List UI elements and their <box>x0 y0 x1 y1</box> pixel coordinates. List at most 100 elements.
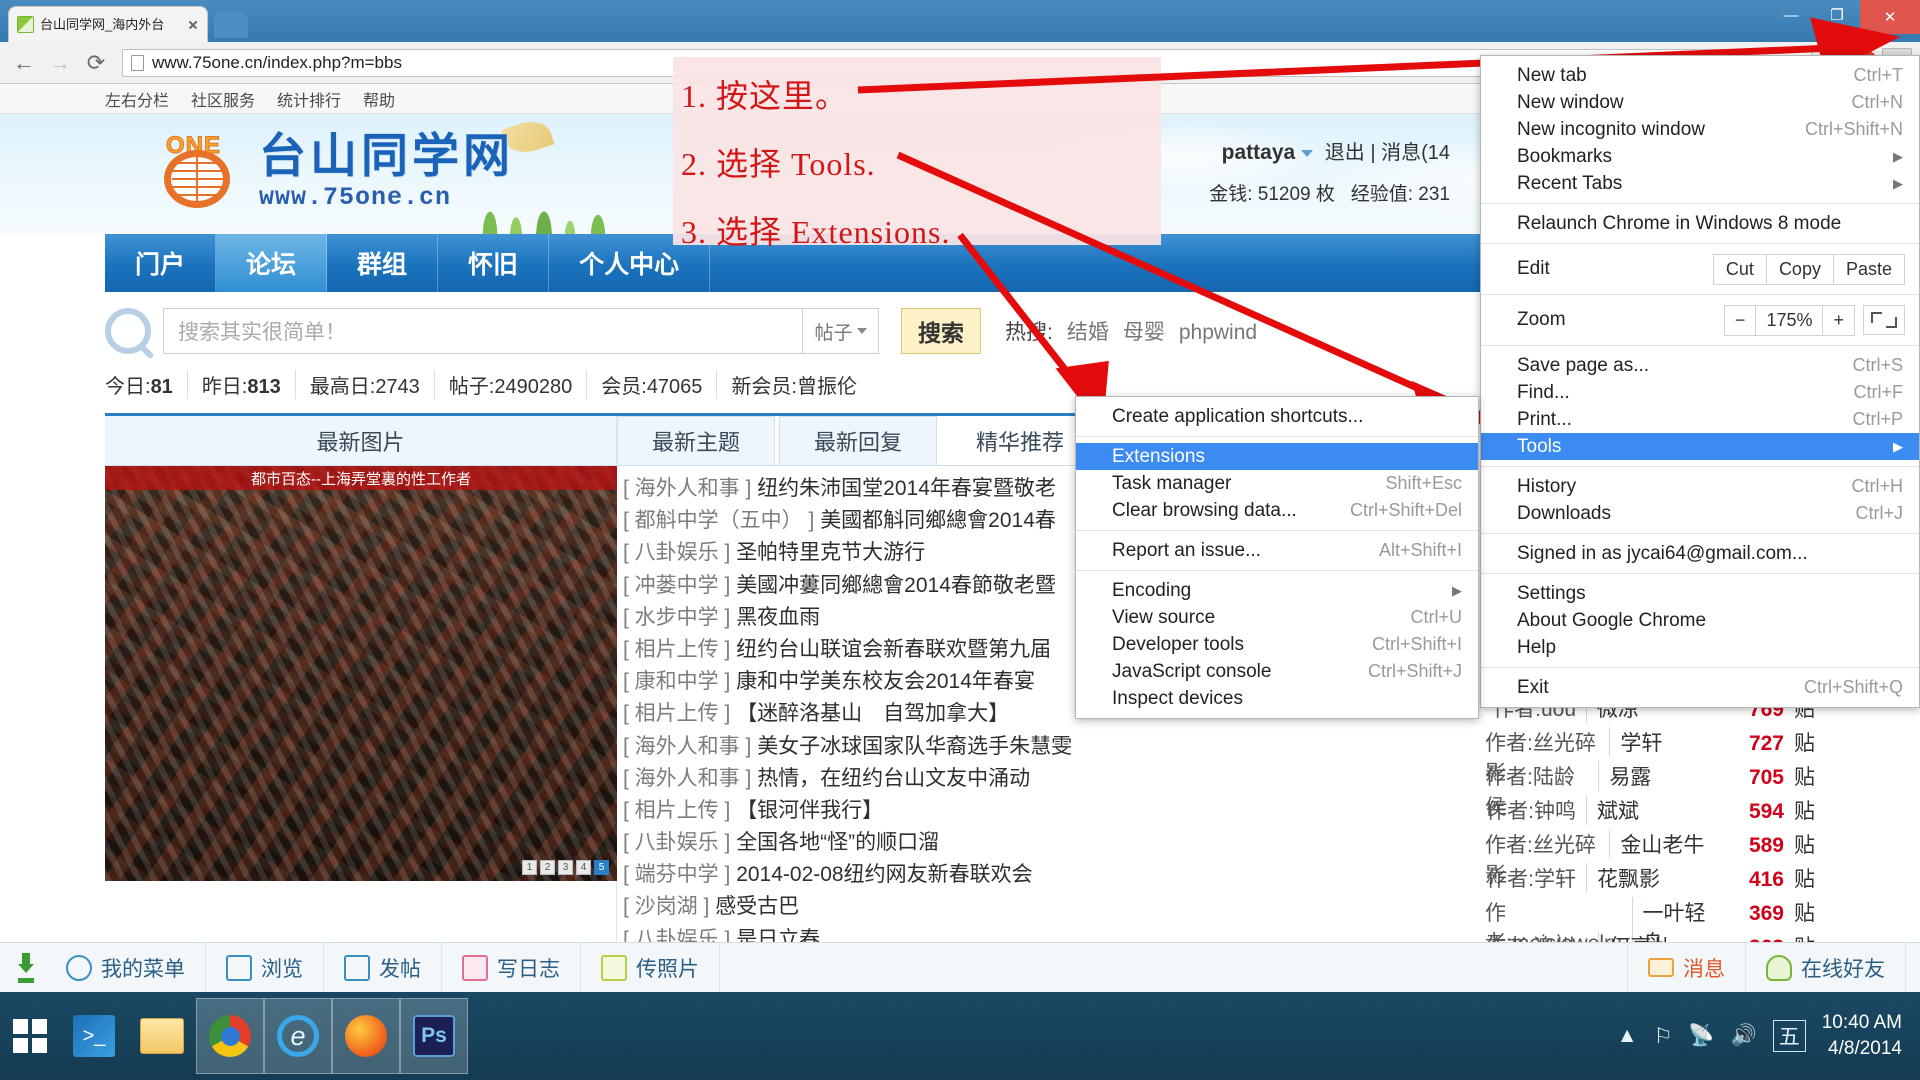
taskbar-chrome[interactable] <box>196 998 264 1074</box>
footer-post[interactable]: 发帖 <box>324 943 442 992</box>
action-center-flag-icon[interactable]: ⚐ <box>1654 1024 1673 1049</box>
forward-icon[interactable]: → <box>44 48 76 78</box>
submenu-item-inspect-devices[interactable]: Inspect devices <box>1076 685 1478 712</box>
zoom-in-button[interactable]: + <box>1823 306 1854 335</box>
nav-item-group[interactable]: 群组 <box>327 234 439 292</box>
pager-dot-3[interactable]: 3 <box>558 860 573 875</box>
search-button[interactable]: 搜索 <box>901 308 981 354</box>
maximize-button[interactable]: ❐ <box>1814 0 1860 30</box>
site-footer-toolbar: 我的菜单 浏览 发帖 写日志 传照片 消息 在线好友 <box>0 942 1920 992</box>
close-icon[interactable] <box>185 17 201 33</box>
menu-item-exit[interactable]: Exit Ctrl+Shift+Q <box>1481 674 1919 701</box>
submenu-item-report-an-issue[interactable]: Report an issue... Alt+Shift+I <box>1076 537 1478 564</box>
submenu-item-javascript-console[interactable]: JavaScript console Ctrl+Shift+J <box>1076 658 1478 685</box>
menu-item-find[interactable]: Find... Ctrl+F <box>1481 379 1919 406</box>
footer-write-log[interactable]: 写日志 <box>442 943 581 992</box>
search-type-dropdown[interactable]: 帖子 <box>803 308 879 354</box>
submenu-item-encoding[interactable]: Encoding ▶ <box>1076 577 1478 604</box>
zoom-out-button[interactable]: − <box>1725 305 1757 335</box>
site-name: 台山同学网 <box>259 129 514 182</box>
footer-my-menu[interactable]: 我的菜单 <box>46 943 206 992</box>
clock[interactable]: 10:40 AM 4/8/2014 <box>1822 1010 1902 1061</box>
footer-upload-photo[interactable]: 传照片 <box>581 943 720 992</box>
download-icon[interactable] <box>14 952 40 983</box>
page-info-icon[interactable] <box>131 54 144 71</box>
featured-photo[interactable]: 都市百态--上海弄堂裏的性工作者 1 2 3 4 5 <box>105 466 617 881</box>
table-row[interactable]: 作者:丝光碎影 学轩 727 贴 <box>1485 727 1815 785</box>
table-row[interactable]: 作者:丝光碎影 金山老牛 589 贴 <box>1485 829 1815 887</box>
menu-item-help[interactable]: Help <box>1481 634 1919 661</box>
minimize-button[interactable]: — <box>1768 0 1814 30</box>
paste-button[interactable]: Paste <box>1834 255 1904 284</box>
topbar-link-2[interactable]: 统计排行 <box>277 87 341 111</box>
menu-item-new-window[interactable]: New window Ctrl+N <box>1481 89 1919 116</box>
menu-item-about-chrome[interactable]: About Google Chrome <box>1481 607 1919 634</box>
logout-link[interactable]: 退出 <box>1325 142 1365 164</box>
cut-button[interactable]: Cut <box>1714 254 1767 284</box>
back-icon[interactable]: ← <box>8 48 40 78</box>
hot-search-item-1[interactable]: 母婴 <box>1123 316 1165 346</box>
globe-logo-icon: ONE <box>150 132 245 212</box>
menu-item-save-page-as[interactable]: Save page as... Ctrl+S <box>1481 352 1919 379</box>
new-tab-button[interactable] <box>214 12 248 38</box>
menu-item-settings[interactable]: Settings <box>1481 580 1919 607</box>
nav-item-forum[interactable]: 论坛 <box>216 234 328 292</box>
submenu-item-task-manager[interactable]: Task manager Shift+Esc <box>1076 470 1478 497</box>
search-input[interactable]: 搜索其实很简单！ <box>163 308 803 354</box>
submenu-item-create-app-shortcuts[interactable]: Create application shortcuts... <box>1076 403 1478 430</box>
ime-indicator[interactable]: 五 <box>1772 1020 1806 1052</box>
taskbar-photoshop[interactable]: Ps <box>400 998 468 1074</box>
taskbar-firefox[interactable] <box>332 998 400 1074</box>
menu-item-relaunch-windows8[interactable]: Relaunch Chrome in Windows 8 mode <box>1481 210 1919 237</box>
chevron-down-icon[interactable] <box>1301 150 1314 158</box>
network-icon[interactable]: 📡 <box>1688 1024 1714 1048</box>
taskbar-powershell[interactable]: >_ <box>60 998 128 1074</box>
menu-item-bookmarks[interactable]: Bookmarks ▶ <box>1481 143 1919 170</box>
topbar-link-0[interactable]: 左右分栏 <box>105 87 169 111</box>
site-logo[interactable]: ONE 台山同学网 www.75one.cn <box>150 132 514 212</box>
menu-item-new-tab[interactable]: New tab Ctrl+T <box>1481 62 1919 89</box>
topbar-link-3[interactable]: 帮助 <box>363 87 395 111</box>
topbar-link-1[interactable]: 社区服务 <box>191 87 255 111</box>
menu-item-recent-tabs[interactable]: Recent Tabs ▶ <box>1481 170 1919 197</box>
submenu-item-extensions[interactable]: Extensions <box>1076 443 1478 470</box>
copy-button[interactable]: Copy <box>1767 254 1834 284</box>
window-close-button[interactable]: ✕ <box>1860 0 1920 34</box>
submenu-item-clear-browsing-data[interactable]: Clear browsing data... Ctrl+Shift+Del <box>1076 497 1478 524</box>
taskbar-file-explorer[interactable] <box>128 998 196 1074</box>
messages-link[interactable]: 消息(14 <box>1381 142 1450 164</box>
hot-search-item-2[interactable]: phpwind <box>1179 321 1257 345</box>
fullscreen-button[interactable] <box>1863 305 1905 335</box>
pager-dot-2[interactable]: 2 <box>540 860 555 875</box>
pager-dot-4[interactable]: 4 <box>576 860 591 875</box>
show-hidden-icons-chevron-icon[interactable]: ▲ <box>1617 1024 1638 1048</box>
footer-browse[interactable]: 浏览 <box>206 943 324 992</box>
pager-dot-5[interactable]: 5 <box>594 860 609 875</box>
table-row[interactable]: 作者:陆龄侯 易露 705 贴 <box>1485 761 1815 819</box>
reload-icon[interactable]: ⟳ <box>80 48 112 78</box>
menu-item-new-incognito-window[interactable]: New incognito window Ctrl+Shift+N <box>1481 116 1919 143</box>
table-row[interactable]: 作者:学轩 花飘影 416 贴 <box>1485 863 1815 897</box>
submenu-item-view-source[interactable]: View source Ctrl+U <box>1076 604 1478 631</box>
nav-item-portal[interactable]: 门户 <box>105 234 217 292</box>
menu-item-history[interactable]: History Ctrl+H <box>1481 473 1919 500</box>
username[interactable]: pattaya <box>1222 141 1296 164</box>
taskbar-internet-explorer[interactable]: e <box>264 998 332 1074</box>
menu-item-print[interactable]: Print... Ctrl+P <box>1481 406 1919 433</box>
table-row[interactable]: 作者:钟鸣 斌斌 594 贴 <box>1485 795 1815 829</box>
menu-item-signed-in-as[interactable]: Signed in as jycai64@gmail.com... <box>1481 540 1919 567</box>
pager-dot-1[interactable]: 1 <box>522 860 537 875</box>
menu-item-tools[interactable]: Tools ▶ <box>1481 433 1919 460</box>
start-button[interactable] <box>0 992 60 1080</box>
volume-icon[interactable]: 🔊 <box>1731 1024 1757 1048</box>
tab-latest-threads[interactable]: 最新主题 <box>617 416 776 465</box>
hot-search-item-0[interactable]: 结婚 <box>1067 316 1109 346</box>
footer-online-friends[interactable]: 在线好友 <box>1746 943 1906 992</box>
submenu-item-developer-tools[interactable]: Developer tools Ctrl+Shift+I <box>1076 631 1478 658</box>
footer-messages[interactable]: 消息 <box>1627 943 1746 992</box>
browser-tab[interactable]: 台山同学网_海内外台 <box>8 6 208 42</box>
table-row[interactable]: 作者:meisjewelry一叶轻舟369贴 <box>1485 897 1815 957</box>
nav-item-nostalgia[interactable]: 怀旧 <box>438 234 550 292</box>
menu-item-downloads[interactable]: Downloads Ctrl+J <box>1481 500 1919 527</box>
tab-latest-replies[interactable]: 最新回复 <box>779 416 938 465</box>
